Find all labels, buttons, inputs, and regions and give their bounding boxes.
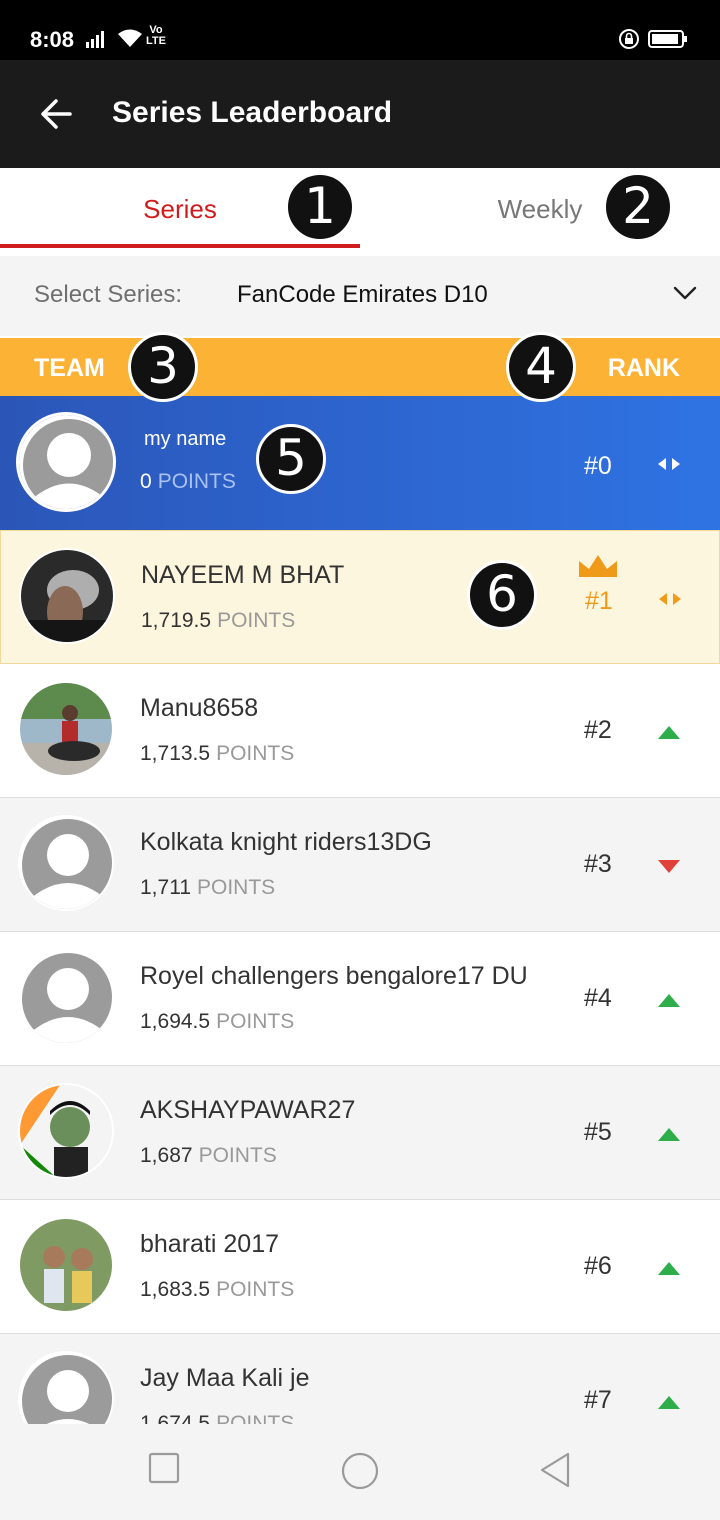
player-points: 1,694.5 POINTS: [140, 1010, 294, 1034]
player-name: AKSHAYPAWAR27: [140, 1096, 356, 1124]
points-value: 1,687: [140, 1144, 193, 1167]
triangle-up-icon: [658, 1396, 680, 1409]
player-name: Kolkata knight riders13DG: [140, 828, 432, 856]
player-rank: #2: [584, 716, 612, 744]
leaderboard-row[interactable]: NAYEEM M BHAT 1,719.5 POINTS #1: [0, 530, 720, 664]
avatar: [18, 1217, 114, 1313]
marker-1: 1: [285, 172, 355, 242]
player-points: 1,711 POINTS: [140, 876, 275, 900]
points-value: 0: [140, 470, 152, 493]
recent-apps-icon[interactable]: [148, 1452, 180, 1484]
back-arrow-icon[interactable]: [36, 94, 76, 134]
avatar-image: [20, 1085, 112, 1177]
player-rank: #6: [584, 1252, 612, 1280]
tab-indicator: [0, 244, 360, 248]
page-title: Series Leaderboard: [112, 96, 393, 129]
triangle-up-icon: [658, 994, 680, 1007]
points-value: 1,713.5: [140, 742, 211, 765]
player-name: Jay Maa Kali je: [140, 1364, 310, 1392]
avatar: [18, 681, 114, 777]
series-select-label: Select Series:: [34, 281, 183, 308]
avatar: [18, 1083, 114, 1179]
player-points: 1,683.5 POINTS: [140, 1278, 294, 1302]
volte-indicator: Vo LTE: [146, 25, 166, 47]
avatar-image: [20, 817, 112, 909]
left-right-arrows-icon: [659, 593, 681, 605]
crown-icon: [579, 555, 617, 577]
player-points: 1,713.5 POINTS: [140, 742, 294, 766]
home-icon[interactable]: [341, 1452, 379, 1490]
points-value: 1,711: [140, 876, 191, 899]
leaderboard-row[interactable]: bharati 2017 1,683.5 POINTS #6: [0, 1200, 720, 1334]
triangle-up-icon: [658, 726, 680, 739]
points-label: POINTS: [216, 1278, 295, 1301]
leaderboard-header: TEAM RANK: [0, 338, 720, 398]
avatar-image: [21, 550, 113, 642]
leaderboard-row[interactable]: Manu8658 1,713.5 POINTS #2: [0, 664, 720, 798]
points-value: 1,683.5: [140, 1278, 211, 1301]
points-label: POINTS: [157, 470, 236, 493]
points-value: 1,694.5: [140, 1010, 211, 1033]
my-entry-row[interactable]: my name 0 POINTS #0: [0, 396, 720, 530]
triangle-up-icon: [658, 1262, 680, 1275]
points-label: POINTS: [217, 609, 296, 632]
app-bar: Series Leaderboard: [0, 60, 720, 168]
player-name: bharati 2017: [140, 1230, 280, 1258]
player-name: NAYEEM M BHAT: [141, 561, 345, 589]
leaderboard-row[interactable]: Royel challengers bengalore17 DU 1,694.5 P…: [0, 932, 720, 1066]
player-rank: #4: [584, 984, 612, 1012]
player-name: Manu8658: [140, 694, 259, 722]
player-rank: #5: [584, 1118, 612, 1146]
player-rank: #1: [585, 587, 613, 615]
player-points: 1,687 POINTS: [140, 1144, 277, 1168]
player-points: 1,719.5 POINTS: [141, 609, 295, 633]
marker-4: 4: [506, 332, 576, 402]
my-name: my name: [144, 428, 227, 450]
avatar-placeholder-icon: [19, 415, 113, 509]
triangle-up-icon: [658, 1128, 680, 1141]
header-rank: RANK: [607, 354, 680, 382]
avatar: [18, 949, 114, 1045]
rotation-lock-icon: [619, 29, 639, 49]
avatar-image: [20, 951, 112, 1043]
avatar: [18, 815, 114, 911]
signal-icon: [86, 31, 104, 48]
leaderboard-row[interactable]: Kolkata knight riders13DG 1,711 POINTS #3: [0, 798, 720, 932]
volte-bottom: LTE: [146, 35, 166, 47]
avatar-image: [20, 1219, 112, 1311]
wifi-icon: [118, 29, 142, 47]
avatar: [19, 548, 115, 644]
system-nav-bar: [0, 1424, 720, 1520]
triangle-down-icon: [658, 860, 680, 873]
avatar: [16, 412, 116, 512]
status-bar: 8:08 Vo LTE: [0, 0, 720, 60]
my-rank: #0: [584, 452, 612, 480]
status-time: 8:08: [30, 27, 75, 52]
marker-5: 5: [256, 424, 326, 494]
marker-2: 2: [603, 172, 673, 242]
my-points: 0 POINTS: [140, 470, 236, 494]
player-rank: #3: [584, 850, 612, 878]
series-select[interactable]: Select Series: FanCode Emirates D10: [0, 256, 720, 336]
series-select-value: FanCode Emirates D10: [237, 281, 488, 308]
leaderboard-row[interactable]: AKSHAYPAWAR27 1,687 POINTS #5: [0, 1066, 720, 1200]
player-rank: #7: [584, 1386, 612, 1414]
points-value: 1,719.5: [141, 609, 212, 632]
points-label: POINTS: [216, 742, 295, 765]
points-label: POINTS: [216, 1010, 295, 1033]
avatar-image: [20, 683, 112, 775]
chevron-down-icon[interactable]: [672, 284, 698, 302]
battery-icon: [648, 30, 687, 48]
points-label: POINTS: [197, 876, 276, 899]
marker-6: 6: [467, 560, 537, 630]
player-name: Royel challengers bengalore17 DU: [140, 962, 528, 990]
left-right-arrows-icon: [658, 458, 680, 470]
marker-3: 3: [128, 332, 198, 402]
header-team: TEAM: [34, 354, 105, 382]
points-label: POINTS: [198, 1144, 277, 1167]
back-nav-icon[interactable]: [538, 1452, 572, 1488]
